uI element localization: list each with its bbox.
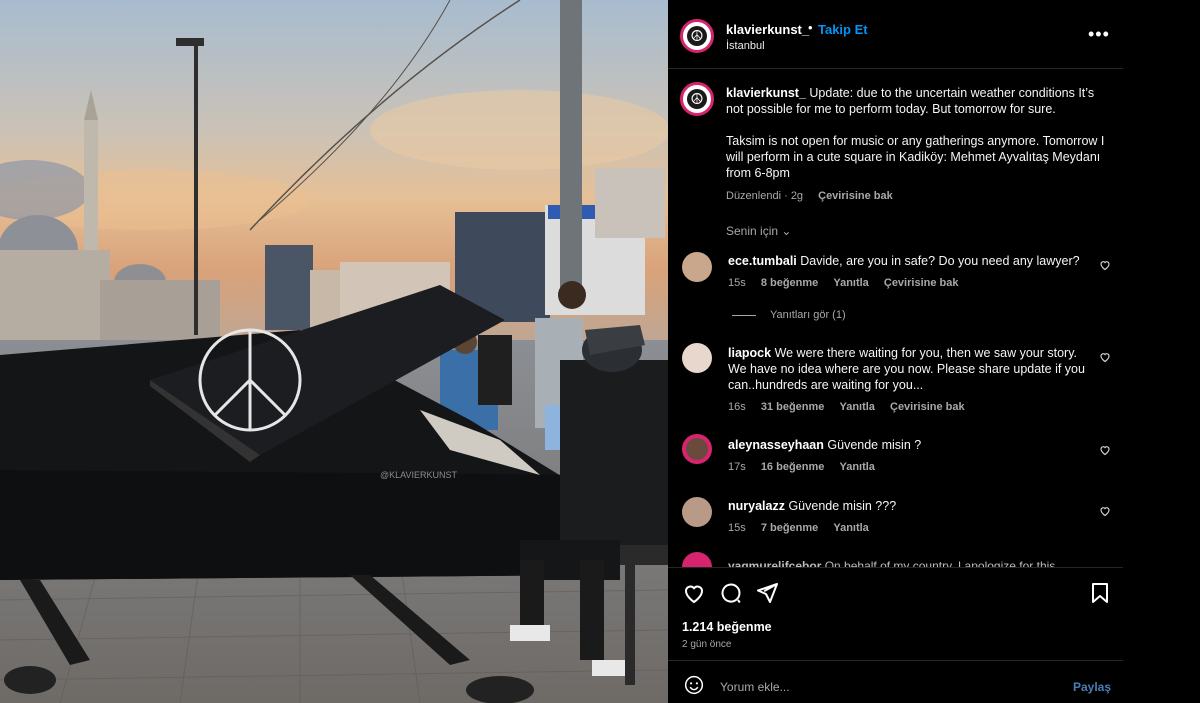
comment-time: 15s <box>728 277 746 289</box>
avatar[interactable] <box>682 343 712 373</box>
more-options-icon[interactable]: ••• <box>1088 24 1110 45</box>
comment-username[interactable]: nuryalazz <box>728 499 785 513</box>
comment-likes[interactable]: 31 beğenme <box>761 401 825 413</box>
comment-heart-icon[interactable] <box>1099 259 1111 271</box>
follow-button[interactable]: Takip Et <box>818 22 868 37</box>
comment-item: liapock We were there waiting for you, t… <box>728 345 1088 415</box>
comment-time: 17s <box>728 461 746 473</box>
comment-sort-dropdown[interactable]: Senin için ⌄ <box>726 224 791 238</box>
view-replies-label: Yanıtları gör (1) <box>770 309 846 321</box>
view-replies-button[interactable]: Yanıtları gör (1) <box>732 309 846 321</box>
post-video[interactable]: @KLAVIERKUNST <box>0 0 668 703</box>
post-panel: ☮ klavierkunst_ • Takip Et İstanbul ••• … <box>668 0 1123 703</box>
smiley-icon[interactable] <box>684 675 704 695</box>
comment-time: 16s <box>728 401 746 413</box>
comment-heart-icon[interactable] <box>1099 351 1111 363</box>
peace-sign-icon[interactable]: ☮ <box>680 82 714 116</box>
post-caption: klavierkunst_ Update: due to the uncerta… <box>726 85 1106 204</box>
caption-username[interactable]: klavierkunst_ <box>726 86 806 100</box>
avatar[interactable] <box>682 434 712 464</box>
comment-reply-button[interactable]: Yanıtla <box>839 461 874 473</box>
likes-count[interactable]: 1.214 beğenme <box>682 620 772 634</box>
comment-likes[interactable]: 7 beğenme <box>761 522 818 534</box>
caption-edited-time: Düzenlendi · 2g <box>726 190 804 202</box>
comment-bubble-icon[interactable] <box>719 581 745 607</box>
divider <box>668 660 1123 661</box>
comment-reply-button[interactable]: Yanıtla <box>833 522 868 534</box>
post-time: 2 gün önce <box>682 639 732 650</box>
comment-time: 15s <box>728 522 746 534</box>
comment-reply-button[interactable]: Yanıtla <box>833 277 868 289</box>
comment-item: ece.tumbali Davide, are you in safe? Do … <box>728 253 1088 291</box>
comment-username[interactable]: yagmurelifcebor <box>728 559 821 567</box>
comment-username[interactable]: aleynasseyhaan <box>728 438 824 452</box>
comment-likes[interactable]: 16 beğenme <box>761 461 825 473</box>
paper-plane-icon[interactable] <box>755 581 781 607</box>
caption-translate-link[interactable]: Çevirisine bak <box>818 190 893 202</box>
comment-item: nuryalazz Güvende misin ??? 15s 7 beğenm… <box>728 498 1088 536</box>
action-bar <box>668 575 1123 615</box>
add-comment-bar: Yorum ekle... Paylaş <box>668 667 1123 703</box>
right-backdrop <box>1123 0 1200 703</box>
avatar[interactable] <box>682 497 712 527</box>
comment-translate-link[interactable]: Çevirisine bak <box>890 401 965 413</box>
comment-reply-button[interactable]: Yanıtla <box>839 401 874 413</box>
instagram-post-viewer: @KLAVIERKUNST ☮ klavierkunst_ • Takip Et… <box>0 0 1200 703</box>
piano-brand: @KLAVIERKUNST <box>380 470 457 480</box>
comment-likes[interactable]: 8 beğenme <box>761 277 818 289</box>
comment-text: Davide, are you in safe? Do you need any… <box>800 254 1080 268</box>
street-piano-scene: @KLAVIERKUNST <box>0 0 668 703</box>
caption-text-2: Taksim is not open for music or any gath… <box>726 134 1105 180</box>
avatar[interactable] <box>682 552 712 567</box>
comment-heart-icon[interactable] <box>1099 444 1111 456</box>
comment-heart-icon[interactable] <box>1099 505 1111 517</box>
comment-text: Güvende misin ? <box>827 438 922 452</box>
divider <box>668 68 1123 69</box>
comment-input[interactable]: Yorum ekle... <box>720 680 790 694</box>
comment-translate-link[interactable]: Çevirisine bak <box>884 277 959 289</box>
comment-username[interactable]: ece.tumbali <box>728 254 797 268</box>
comment-text: Güvende misin ??? <box>788 499 897 513</box>
peace-sign-icon[interactable]: ☮ <box>680 19 714 53</box>
heart-icon[interactable] <box>682 581 708 607</box>
post-author-username[interactable]: klavierkunst_ <box>726 22 809 37</box>
comment-item: aleynasseyhaan Güvende misin ? 17s 16 be… <box>728 437 1088 475</box>
comment-username[interactable]: liapock <box>728 346 771 360</box>
header-separator: • <box>808 20 813 35</box>
post-comment-button[interactable]: Paylaş <box>1073 680 1111 694</box>
comment-text: On behalf of my country, I apologize for… <box>824 559 1056 567</box>
avatar[interactable] <box>682 252 712 282</box>
comment-text: We were there waiting for you, then we s… <box>728 346 1085 392</box>
post-location[interactable]: İstanbul <box>726 40 765 52</box>
bookmark-icon[interactable] <box>1088 581 1114 607</box>
comment-item-cut: yagmurelifcebor On behalf of my country,… <box>728 559 1088 567</box>
divider <box>668 567 1123 568</box>
